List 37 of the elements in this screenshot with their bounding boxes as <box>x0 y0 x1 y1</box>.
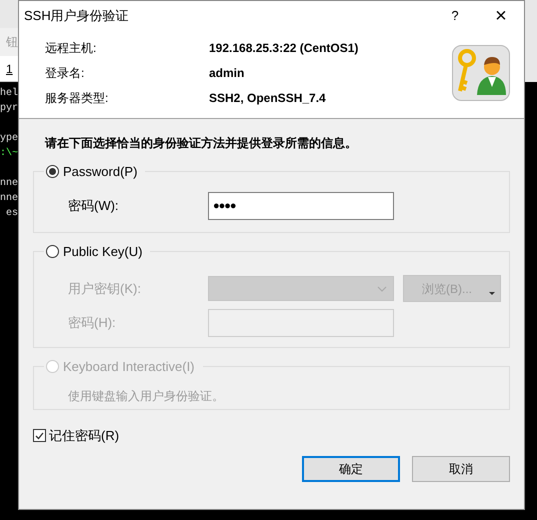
field-label: 密码(W): <box>68 197 120 216</box>
info-value: admin <box>209 65 244 82</box>
terminal-line: nne <box>0 177 18 191</box>
caret-icon <box>489 292 495 295</box>
terminal-line: pyr <box>0 102 18 116</box>
info-label: 服务器类型: <box>45 90 110 107</box>
terminal-line: hel <box>0 86 18 101</box>
radio-label[interactable]: Password(P) <box>63 162 138 182</box>
method-description: 使用键盘输入用户身份验证。 <box>68 389 224 403</box>
passphrase-field[interactable] <box>208 309 394 337</box>
info-label: 远程主机: <box>45 40 98 57</box>
checkbox[interactable] <box>33 429 46 442</box>
key-user-icon <box>452 45 510 101</box>
instruction-text: 请在下面选择恰当的身份验证方法并提供登录所需的信息。 <box>45 136 357 150</box>
checkbox-label[interactable]: 记住密码(R) <box>49 426 120 446</box>
terminal-line: ype <box>0 132 18 146</box>
terminal-line: es <box>6 207 18 221</box>
check-icon <box>35 432 44 440</box>
close-button[interactable]: × <box>478 1 524 31</box>
radio-button[interactable] <box>46 165 59 178</box>
info-value: SSH2, OpenSSH_7.4 <box>209 90 326 107</box>
session-tab[interactable]: 1 <box>6 60 13 78</box>
info-label: 登录名: <box>45 65 86 82</box>
radio-label[interactable]: Public Key(U) <box>63 242 142 262</box>
dialog-button[interactable]: 确定 <box>302 456 400 482</box>
radio-button[interactable] <box>46 245 59 258</box>
terminal-line: nne <box>0 192 18 206</box>
terminal-line: :\~ <box>0 146 18 161</box>
field-label: 密码(H): <box>68 314 117 332</box>
toolbar-text: 钮 <box>6 34 18 51</box>
help-button[interactable]: ? <box>432 1 478 31</box>
info-value: 192.168.25.3:22 (CentOS1) <box>209 40 358 57</box>
field-label: 用户密钥(K): <box>68 280 142 298</box>
window-title: SSH用户身份验证 <box>24 7 130 26</box>
dialog-button[interactable]: 取消 <box>412 456 510 482</box>
password-field[interactable]: ●●●● <box>208 192 394 220</box>
chevron-down-icon <box>377 286 387 292</box>
